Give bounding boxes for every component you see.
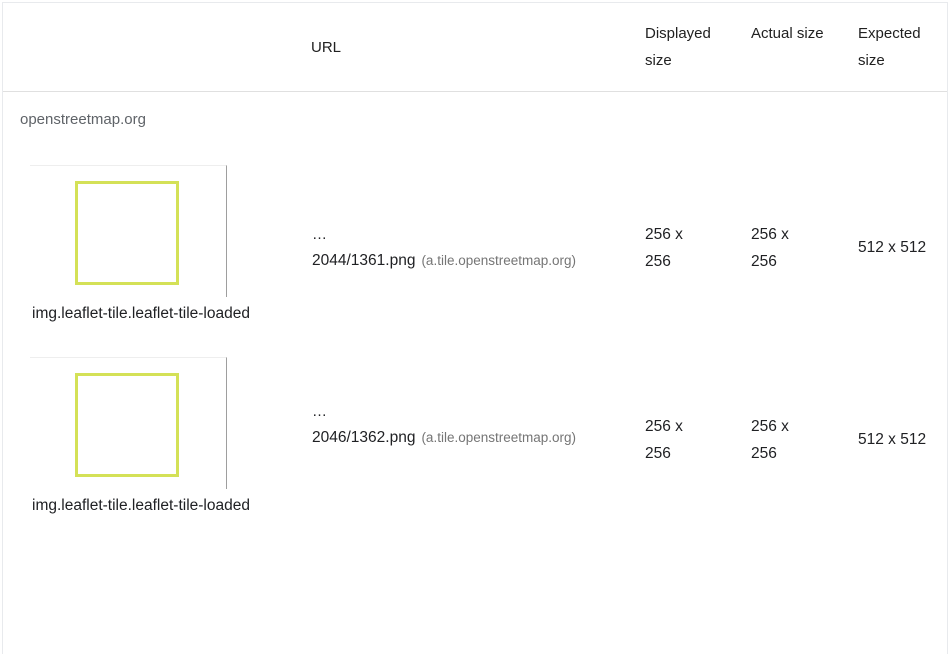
header-displayed-size: Displayed size [645, 25, 711, 69]
url-host: (a.tile.openstreetmap.org) [421, 253, 577, 268]
element-selector: img.leaflet-tile.leaflet-tile-loaded [32, 305, 250, 322]
header-actual-size: Actual size [751, 25, 824, 42]
url-cell[interactable]: 2046/1362.png (a.tile.openstreetmap.org) [312, 426, 622, 450]
expected-size-value: 512 x 512 [858, 431, 927, 448]
url-file[interactable]: 2044/1361.png [312, 252, 415, 269]
displayed-size-value: 256 x 256 [645, 418, 683, 462]
actual-size-value: 256 x 256 [751, 226, 789, 270]
tile-placeholder-frame [75, 181, 179, 285]
group-label: openstreetmap.org [20, 111, 146, 128]
header-expected-size: Expected size [858, 25, 921, 69]
table-row[interactable]: img.leaflet-tile.leaflet-tile-loaded … 2… [3, 148, 947, 340]
image-thumbnail[interactable] [30, 165, 227, 297]
tile-placeholder-frame [75, 373, 179, 477]
url-cell[interactable]: 2044/1361.png (a.tile.openstreetmap.org) [312, 249, 622, 273]
expected-size-value: 512 x 512 [858, 239, 927, 256]
url-host: (a.tile.openstreetmap.org) [421, 430, 577, 445]
table-row[interactable]: img.leaflet-tile.leaflet-tile-loaded … 2… [3, 340, 947, 532]
image-size-audit-table: URL Displayed size Actual size Expected … [2, 2, 948, 654]
displayed-size-value: 256 x 256 [645, 226, 683, 270]
url-file[interactable]: 2046/1362.png [312, 429, 415, 446]
table-header: URL Displayed size Actual size Expected … [3, 3, 947, 92]
url-ellipsis: … [312, 403, 327, 420]
element-selector: img.leaflet-tile.leaflet-tile-loaded [32, 497, 250, 514]
header-url: URL [311, 39, 342, 56]
image-thumbnail[interactable] [30, 357, 227, 489]
actual-size-value: 256 x 256 [751, 418, 789, 462]
url-ellipsis: … [312, 226, 327, 243]
